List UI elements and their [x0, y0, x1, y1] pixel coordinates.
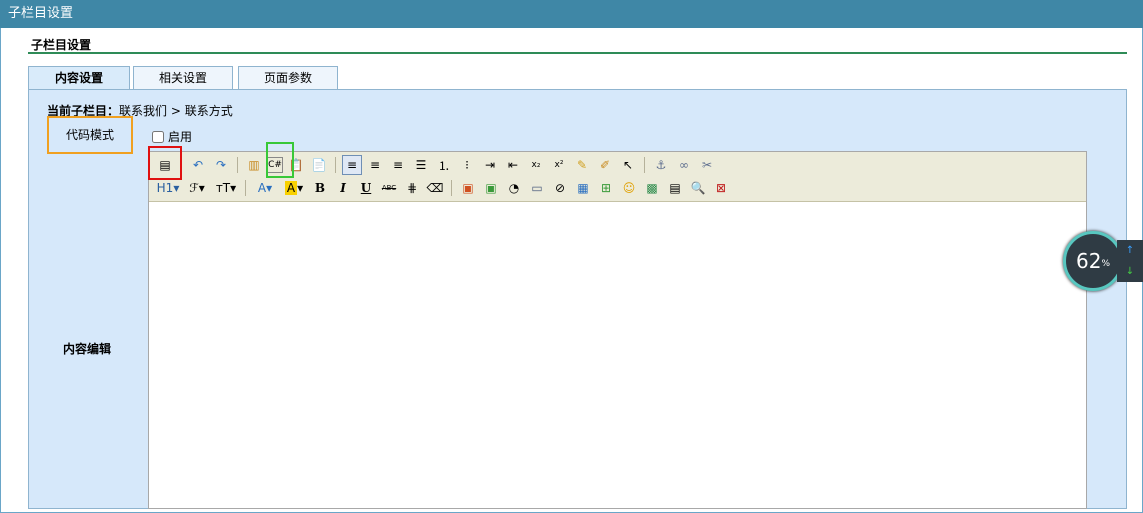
cursor-icon[interactable]: ↖ — [618, 155, 638, 175]
background-color-label: A — [284, 181, 298, 195]
font-color-label: A — [257, 181, 267, 195]
toolbar-separator — [335, 157, 336, 173]
tab-page-params[interactable]: 页面参数 — [238, 66, 338, 90]
code-mode-checkbox-label: 启用 — [168, 130, 193, 144]
heading-label: H1 — [156, 181, 174, 195]
font-size-label: тT — [215, 181, 231, 195]
eraser-icon[interactable]: ⌫ — [425, 178, 445, 198]
superscript-icon[interactable]: x² — [549, 155, 569, 175]
heading-dropdown[interactable]: H1 ▾ — [155, 178, 181, 198]
toolbar-separator — [451, 180, 452, 196]
arrow-down-icon: ↓ — [1125, 266, 1135, 277]
tab-content-settings[interactable]: 内容设置 — [28, 66, 130, 90]
fullscreen-icon[interactable]: ⊠ — [711, 178, 731, 198]
subscript-icon[interactable]: x₂ — [526, 155, 546, 175]
table-icon[interactable]: ▦ — [573, 178, 593, 198]
code-mode-label: 代码模式 — [47, 116, 133, 154]
progress-value: 62 — [1075, 249, 1102, 273]
strikethrough-button[interactable]: ABC — [379, 178, 399, 198]
rich-text-editor: ▤ ↶ ↷ ▥ C# 📋 📄 ≡ ≡ ≡ ☰ ⒈ ⁝ ⇥ ⇤ x₂ x² ✎ ✐… — [148, 151, 1087, 509]
toolbar-row-2: H1 ▾ ℱ ▾ тT ▾ A ▾ A ▾ B I U ABC ⋕ ⌫ ▣ ▣ ◔ ▭ ⊘… — [155, 178, 731, 198]
progress-unit: % — [1101, 259, 1110, 269]
align-left-icon[interactable]: ≡ — [342, 155, 362, 175]
window-title: 子栏目设置 — [0, 0, 1143, 28]
italic-button[interactable]: I — [333, 178, 353, 198]
source-icon[interactable]: ▤ — [155, 155, 175, 175]
side-widget[interactable]: ↑ ↓ — [1117, 240, 1143, 282]
preview-icon[interactable]: 🔍 — [688, 178, 708, 198]
ordered-list-icon[interactable]: ⒈ — [434, 155, 454, 175]
font-family-dropdown[interactable]: ℱ ▾ — [184, 178, 210, 198]
emoticon-icon[interactable]: ☺ — [619, 178, 639, 198]
insert-image-icon[interactable]: ▣ — [458, 178, 478, 198]
underline-button[interactable]: U — [356, 178, 376, 198]
image-icon[interactable]: ▩ — [642, 178, 662, 198]
arrow-up-icon: ↑ — [1125, 245, 1135, 256]
toolbar-separator — [181, 157, 182, 173]
background-color-button[interactable]: A ▾ — [281, 178, 307, 198]
code-mode-checkbox[interactable] — [152, 130, 164, 143]
align-justify-icon[interactable]: ☰ — [411, 155, 431, 175]
unlink-icon[interactable]: ✂ — [697, 155, 717, 175]
align-right-icon[interactable]: ≡ — [388, 155, 408, 175]
toolbar-row-1: ▤ ↶ ↷ ▥ C# 📋 📄 ≡ ≡ ≡ ☰ ⒈ ⁝ ⇥ ⇤ x₂ x² ✎ ✐… — [155, 155, 717, 175]
anchor-icon[interactable]: ⚓ — [651, 155, 671, 175]
tab-related-settings[interactable]: 相关设置 — [133, 66, 233, 90]
grid-icon[interactable]: ⋕ — [402, 178, 422, 198]
select-all-icon[interactable]: ✐ — [595, 155, 615, 175]
insert-gallery-icon[interactable]: ▣ — [481, 178, 501, 198]
insert-row-icon[interactable]: ⊞ — [596, 178, 616, 198]
indent-icon[interactable]: ⇥ — [480, 155, 500, 175]
breadcrumb-path: 联系我们 > 联系方式 — [119, 104, 233, 118]
insert-media-icon[interactable]: ◔ — [504, 178, 524, 198]
section-title: 子栏目设置 — [31, 38, 92, 52]
outdent-icon[interactable]: ⇤ — [503, 155, 523, 175]
unordered-list-icon[interactable]: ⁝ — [457, 155, 477, 175]
toolbar-separator — [245, 180, 246, 196]
font-family-label: ℱ — [189, 181, 199, 195]
font-size-dropdown[interactable]: тT ▾ — [213, 178, 239, 198]
insert-video-icon[interactable]: ▭ — [527, 178, 547, 198]
bold-button[interactable]: B — [310, 178, 330, 198]
toolbar-separator — [644, 157, 645, 173]
editor-content-area[interactable] — [149, 203, 1086, 508]
progress-indicator[interactable]: 62% — [1063, 231, 1123, 291]
code-mode-toggle[interactable]: 启用 — [152, 128, 192, 145]
align-center-icon[interactable]: ≡ — [365, 155, 385, 175]
clear-format-icon[interactable]: ✎ — [572, 155, 592, 175]
page-break-icon[interactable]: ▤ — [665, 178, 685, 198]
attachment-icon[interactable]: ⊘ — [550, 178, 570, 198]
editor-toolbar: ▤ ↶ ↷ ▥ C# 📋 📄 ≡ ≡ ≡ ☰ ⒈ ⁝ ⇥ ⇤ x₂ x² ✎ ✐… — [149, 152, 1086, 202]
section-divider — [28, 52, 1127, 54]
font-color-button[interactable]: A ▾ — [252, 178, 278, 198]
template-icon[interactable]: ▥ — [244, 155, 264, 175]
code-csharp-icon[interactable]: C# — [267, 157, 283, 173]
paste-word-icon[interactable]: 📄 — [309, 155, 329, 175]
undo-icon[interactable]: ↶ — [188, 155, 208, 175]
redo-icon[interactable]: ↷ — [211, 155, 231, 175]
content-edit-label: 内容编辑 — [63, 342, 112, 356]
link-icon[interactable]: ∞ — [674, 155, 694, 175]
toolbar-separator — [237, 157, 238, 173]
paste-text-icon[interactable]: 📋 — [286, 155, 306, 175]
